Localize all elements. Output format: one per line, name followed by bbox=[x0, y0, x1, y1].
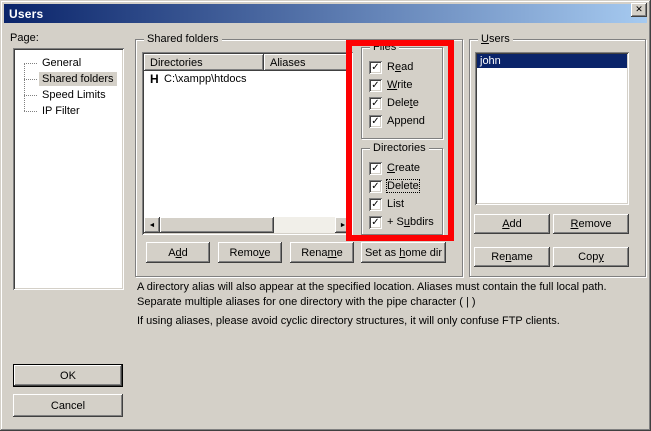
directory-path: C:\xampp\htdocs bbox=[164, 73, 247, 85]
set-as-home-dir-button[interactable]: Set as home dir bbox=[361, 242, 446, 263]
scroll-left-button[interactable]: ◄ bbox=[144, 217, 160, 233]
title-bar[interactable]: Users bbox=[4, 4, 647, 23]
tree-stub bbox=[24, 95, 37, 96]
add-user-button[interactable]: Add bbox=[474, 214, 550, 234]
alias-note-1: A directory alias will also appear at th… bbox=[137, 280, 644, 310]
sidebar-item-label-selected[interactable]: Shared folders bbox=[39, 72, 117, 86]
tree-stub bbox=[24, 111, 37, 112]
sidebar-item-label[interactable]: General bbox=[39, 56, 84, 70]
column-header-label: Aliases bbox=[270, 57, 305, 69]
sidebar-item-label[interactable]: Speed Limits bbox=[39, 88, 109, 102]
directories-table-body: Directories Aliases H C:\xampp\htdocs ◄ … bbox=[144, 54, 351, 233]
window-title: Users bbox=[9, 7, 43, 21]
rename-directory-button[interactable]: Rename bbox=[290, 242, 354, 263]
remove-user-button[interactable]: Remove bbox=[553, 214, 629, 234]
home-dir-flag: H bbox=[150, 72, 164, 86]
sidebar-item-label[interactable]: IP Filter bbox=[39, 104, 83, 118]
rename-user-button[interactable]: Rename bbox=[474, 247, 550, 267]
users-dialog: Users ✕ Page: General Shared folders Spe… bbox=[0, 0, 651, 431]
tree-stub bbox=[24, 79, 37, 80]
shared-folders-group-label: Shared folders bbox=[144, 33, 222, 45]
page-list: General Shared folders Speed Limits IP F… bbox=[13, 48, 124, 290]
directories-table: Directories Aliases H C:\xampp\htdocs ◄ … bbox=[142, 52, 353, 235]
red-highlight-annotation bbox=[346, 40, 454, 241]
scrollbar-thumb[interactable] bbox=[160, 217, 274, 233]
page-tree: General Shared folders Speed Limits IP F… bbox=[15, 50, 122, 288]
copy-user-button[interactable]: Copy bbox=[553, 247, 629, 267]
ok-button[interactable]: OK bbox=[13, 364, 123, 387]
alias-notes: A directory alias will also appear at th… bbox=[137, 280, 644, 329]
arrow-left-icon: ◄ bbox=[149, 222, 156, 229]
tree-stub bbox=[24, 63, 37, 64]
list-item-user-selected[interactable]: john bbox=[477, 54, 627, 68]
users-group-label: Users bbox=[478, 33, 513, 45]
user-name: john bbox=[480, 55, 501, 67]
table-row[interactable]: H C:\xampp\htdocs bbox=[144, 71, 351, 87]
column-header-directories[interactable]: Directories bbox=[144, 54, 264, 71]
close-icon: ✕ bbox=[635, 4, 643, 15]
tree-connector-line bbox=[24, 63, 25, 111]
users-listbox[interactable]: john bbox=[475, 52, 629, 205]
add-directory-button[interactable]: Add bbox=[146, 242, 210, 263]
remove-directory-button[interactable]: Remove bbox=[218, 242, 282, 263]
alias-note-2: If using aliases, please avoid cyclic di… bbox=[137, 314, 644, 329]
horizontal-scrollbar[interactable]: ◄ ► bbox=[144, 217, 351, 233]
cancel-button[interactable]: Cancel bbox=[13, 394, 123, 417]
close-button[interactable]: ✕ bbox=[631, 3, 647, 17]
column-header-label: Directories bbox=[150, 57, 203, 69]
column-header-aliases[interactable]: Aliases bbox=[264, 54, 351, 71]
page-label: Page: bbox=[10, 32, 39, 44]
